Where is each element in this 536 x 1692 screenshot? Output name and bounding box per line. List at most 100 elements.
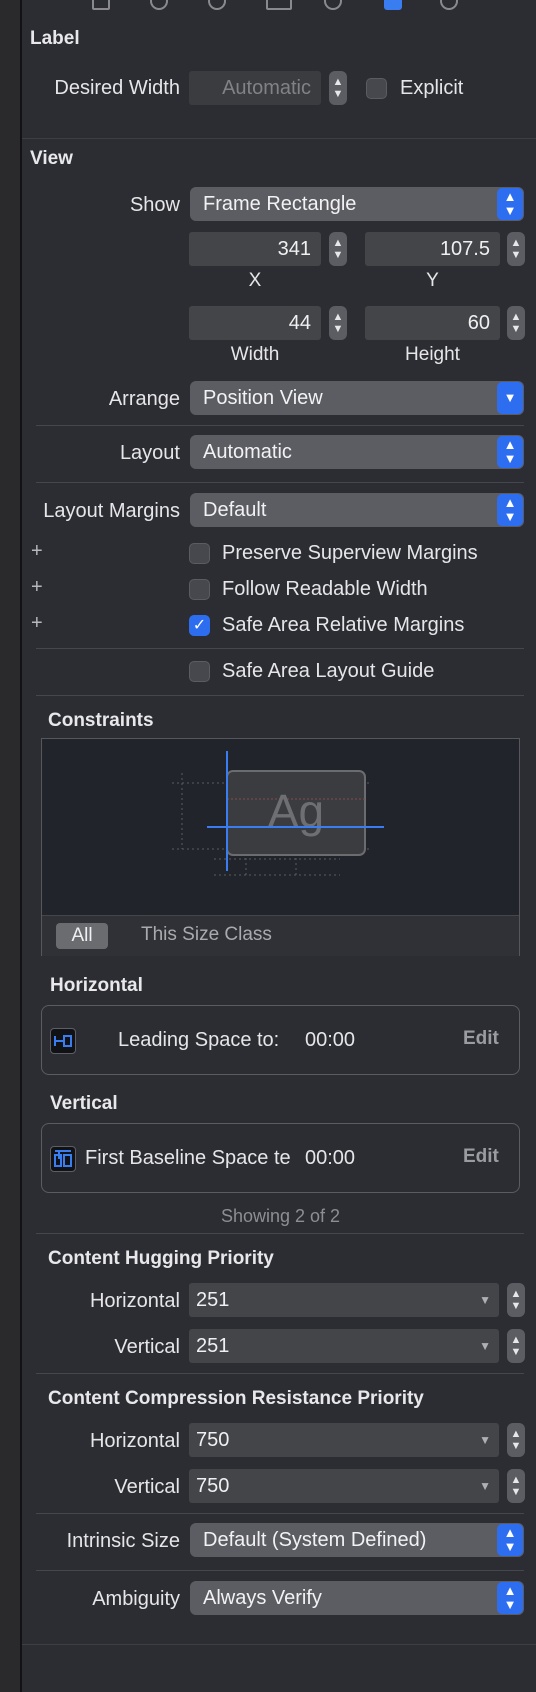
tab-this-size-class[interactable]: This Size Class: [141, 924, 272, 946]
add-variation-button[interactable]: +: [31, 576, 43, 599]
height-field[interactable]: 60: [365, 306, 500, 340]
divider: [36, 648, 524, 649]
hugging-horizontal-value: 251: [196, 1289, 230, 1311]
divider: [36, 425, 524, 426]
arrange-label: Arrange: [108, 388, 180, 410]
compression-horizontal-label: Horizontal: [89, 1430, 180, 1452]
leading-space-icon: [50, 1028, 76, 1054]
y-field[interactable]: 107.5: [365, 232, 500, 266]
y-stepper[interactable]: ▲ ▼: [507, 232, 525, 266]
constraints-title: Constraints: [48, 710, 154, 731]
ambiguity-label: Ambiguity: [92, 1588, 180, 1610]
horizontal-constraint-value: 00:00: [305, 1029, 356, 1051]
hugging-vertical-value: 251: [196, 1335, 230, 1357]
preserve-superview-margins-label: Preserve Superview Margins: [222, 542, 478, 564]
hugging-horizontal-field[interactable]: 251 ▼: [189, 1283, 499, 1317]
intrinsic-size-value: Default (System Defined): [203, 1529, 427, 1551]
height-label: Height: [405, 344, 460, 365]
compression-title: Content Compression Resistance Priority: [48, 1388, 424, 1409]
safe-area-relative-margins-label: Safe Area Relative Margins: [222, 614, 465, 636]
layout-value: Automatic: [203, 441, 292, 463]
y-label: Y: [426, 270, 439, 291]
compression-vertical-label: Vertical: [114, 1476, 180, 1498]
intrinsic-size-popup[interactable]: Default (System Defined) ▲ ▼: [190, 1523, 524, 1557]
compression-horizontal-stepper[interactable]: ▲ ▼: [507, 1423, 525, 1457]
add-variation-button[interactable]: +: [31, 612, 43, 635]
first-baseline-icon: [50, 1146, 76, 1172]
constraint-diagram: Ag: [172, 751, 384, 876]
preview-text: Ag: [268, 785, 324, 837]
hugging-horizontal-label: Horizontal: [89, 1290, 180, 1312]
connections-inspector-icon[interactable]: [440, 0, 458, 10]
divider: [36, 482, 524, 483]
follow-readable-width-checkbox[interactable]: [189, 579, 210, 600]
height-stepper[interactable]: ▲ ▼: [507, 306, 525, 340]
compression-horizontal-value: 750: [196, 1429, 230, 1451]
layout-margins-label: Layout Margins: [43, 500, 180, 522]
desired-width-field[interactable]: Automatic: [189, 71, 321, 105]
compression-horizontal-field[interactable]: 750 ▼: [189, 1423, 499, 1457]
safe-area-relative-margins-checkbox[interactable]: ✓: [189, 615, 210, 636]
compression-vertical-field[interactable]: 750 ▼: [189, 1469, 499, 1503]
edit-button[interactable]: Edit: [463, 1028, 499, 1050]
constraints-count: Showing 2 of 2: [220, 1206, 341, 1226]
vertical-constraint-text: First Baseline Space tе: [85, 1147, 291, 1169]
preserve-superview-margins-checkbox[interactable]: [189, 543, 210, 564]
width-label: Width: [230, 344, 280, 365]
ambiguity-value: Always Verify: [203, 1587, 322, 1609]
inspector-tab-bar: [22, 0, 536, 20]
arrange-popup[interactable]: Position View ▼: [190, 381, 524, 415]
x-field[interactable]: 341: [189, 232, 321, 266]
layout-popup[interactable]: Automatic ▲ ▼: [190, 435, 524, 469]
hugging-vertical-stepper[interactable]: ▲ ▼: [507, 1329, 525, 1363]
edit-button[interactable]: Edit: [463, 1146, 499, 1168]
editor-edge: [0, 0, 20, 1692]
divider: [36, 1233, 524, 1234]
triangle-down-icon: ▼: [479, 1293, 491, 1307]
safe-area-layout-guide-checkbox[interactable]: [189, 661, 210, 682]
constraints-preview: Ag All This Size Class: [41, 738, 520, 956]
triangle-down-icon: ▼: [479, 1479, 491, 1493]
layout-margins-value: Default: [203, 499, 267, 521]
divider: [36, 695, 524, 696]
compression-vertical-stepper[interactable]: ▲ ▼: [507, 1469, 525, 1503]
layout-margins-popup[interactable]: Default ▲ ▼: [190, 493, 524, 527]
show-value: Frame Rectangle: [203, 193, 357, 215]
horizontal-constraint-card[interactable]: Leading Space to: 00:00 Edit: [41, 1005, 520, 1075]
attributes-inspector-icon[interactable]: [324, 0, 342, 10]
width-field[interactable]: 44: [189, 306, 321, 340]
label-section-title: Label: [30, 28, 80, 49]
vertical-title: Vertical: [50, 1093, 118, 1114]
file-inspector-icon[interactable]: [92, 0, 110, 10]
ambiguity-popup[interactable]: Always Verify ▲ ▼: [190, 1581, 524, 1615]
width-stepper[interactable]: ▲ ▼: [329, 306, 347, 340]
x-stepper[interactable]: ▲ ▼: [329, 232, 347, 266]
chevron-updown-icon: ▲ ▼: [497, 494, 523, 526]
x-label: X: [248, 270, 262, 291]
hugging-vertical-label: Vertical: [114, 1336, 180, 1358]
add-variation-button[interactable]: +: [31, 540, 43, 563]
vertical-constraint-value: 00:00: [305, 1147, 356, 1169]
desired-width-label: Desired Width: [54, 77, 180, 99]
layout-label: Layout: [119, 442, 180, 464]
chevron-updown-icon: ▲ ▼: [497, 1582, 523, 1614]
tab-all[interactable]: All: [56, 923, 108, 949]
chevron-updown-icon: ▲ ▼: [497, 1524, 523, 1556]
vertical-constraint-card[interactable]: First Baseline Space tе 00:00 Edit: [41, 1123, 520, 1193]
hugging-vertical-field[interactable]: 251 ▼: [189, 1329, 499, 1363]
show-popup[interactable]: Frame Rectangle ▲ ▼: [190, 187, 524, 221]
section-divider: [22, 1644, 536, 1645]
divider: [36, 1513, 524, 1514]
quick-help-icon[interactable]: [208, 0, 226, 10]
hugging-horizontal-stepper[interactable]: ▲ ▼: [507, 1283, 525, 1317]
horizontal-constraint-text: Leading Space to:: [118, 1029, 280, 1051]
chevron-updown-icon: ▲ ▼: [497, 436, 523, 468]
divider: [36, 1570, 524, 1571]
view-section-title: View: [30, 148, 73, 169]
desired-width-stepper[interactable]: ▲ ▼: [329, 71, 347, 105]
hugging-title: Content Hugging Priority: [48, 1248, 274, 1269]
identity-inspector-icon[interactable]: [266, 0, 292, 10]
size-inspector-icon[interactable]: [384, 0, 402, 10]
explicit-checkbox[interactable]: [366, 78, 387, 99]
history-inspector-icon[interactable]: [150, 0, 168, 10]
